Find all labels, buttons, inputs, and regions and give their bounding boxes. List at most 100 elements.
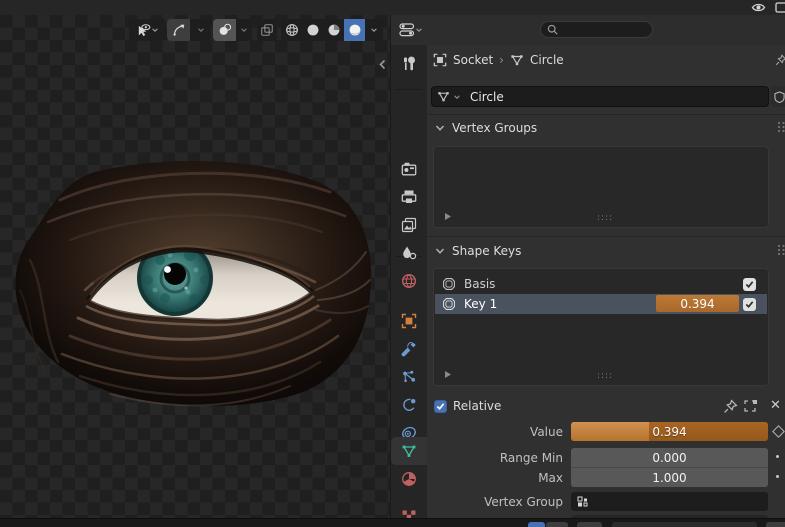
overlays-dropdown[interactable] — [236, 19, 252, 41]
shape-keys-panel-header[interactable]: Shape Keys — [435, 243, 521, 259]
mesh-name-value: Circle — [470, 90, 504, 104]
tab-output[interactable] — [391, 184, 427, 210]
tab-modifiers[interactable] — [391, 336, 427, 362]
partial-button[interactable] — [766, 522, 785, 527]
value-label: Value — [427, 425, 563, 439]
partial-button-blue[interactable] — [528, 522, 545, 527]
pin-icon[interactable] — [775, 53, 785, 67]
panel-drag-dots[interactable] — [777, 244, 785, 256]
particles-icon — [401, 369, 417, 385]
panel-expand-icon — [435, 123, 445, 133]
shading-wireframe-button[interactable] — [281, 19, 302, 41]
overlays-toggle[interactable] — [213, 19, 236, 41]
eye-render-image — [0, 140, 391, 420]
shading-dropdown[interactable] — [365, 19, 383, 41]
edit-mode-icon[interactable] — [743, 399, 758, 414]
list-filter-toggle[interactable] — [444, 370, 452, 379]
vertex-groups-list[interactable]: :::: — [433, 146, 769, 228]
relative-checkbox[interactable] — [434, 400, 447, 413]
value-slider-text: 0.394 — [571, 422, 768, 441]
shape-key-mute-checkbox[interactable] — [743, 298, 756, 311]
object-type-visibility-dropdown[interactable] — [129, 19, 166, 41]
properties-body: Socket › Circle Circle — [427, 45, 785, 518]
shape-key-icon — [442, 277, 456, 291]
blender-window: Socket › Circle Circle — [0, 0, 785, 527]
shape-keys-list[interactable]: Basis Key 1 0.394 :::: — [433, 268, 769, 386]
visibility-eye-icon[interactable] — [751, 2, 766, 13]
vertex-groups-panel-header[interactable]: Vertex Groups — [435, 120, 537, 136]
world-icon — [401, 273, 417, 289]
decorator-dot[interactable] — [776, 475, 779, 478]
tab-object-data[interactable] — [391, 437, 427, 465]
tab-scene[interactable] — [391, 240, 427, 266]
tab-world[interactable] — [391, 268, 427, 294]
shape-key-mute-checkbox[interactable] — [743, 278, 756, 291]
range-max-value: 1.000 — [652, 471, 686, 485]
solid-icon — [306, 23, 320, 37]
tool-icon — [401, 56, 417, 72]
mesh-name-field[interactable]: Circle — [431, 86, 769, 107]
shape-key-value-text: 0.394 — [680, 297, 714, 311]
tab-tool[interactable] — [391, 51, 427, 77]
panel-drag-dots[interactable] — [777, 121, 785, 133]
vertex-group-field[interactable] — [571, 492, 768, 511]
scene-icon — [401, 245, 417, 261]
clipboard-icon[interactable] — [775, 2, 785, 13]
tab-physics[interactable] — [391, 392, 427, 418]
relative-row: Relative — [434, 399, 501, 413]
vertex-groups-title: Vertex Groups — [452, 121, 537, 135]
keyframe-decorator-icon[interactable] — [772, 425, 785, 438]
overlays-toggle-group — [213, 19, 252, 41]
list-resize-grip[interactable]: :::: — [597, 213, 613, 223]
viewport-3d[interactable] — [0, 15, 390, 518]
chevron-down-icon — [240, 26, 248, 34]
range-max-field[interactable]: 1.000 — [571, 468, 768, 487]
tab-material[interactable] — [391, 466, 427, 492]
panel-expand-icon — [435, 246, 445, 256]
shading-rendered-button[interactable] — [344, 19, 365, 41]
rendered-icon — [348, 23, 362, 37]
shape-keys-title: Shape Keys — [452, 244, 521, 258]
breadcrumb: Socket › Circle — [433, 50, 564, 70]
shield-icon — [774, 91, 785, 103]
list-resize-grip[interactable]: :::: — [597, 371, 613, 381]
close-icon[interactable]: ✕ — [770, 398, 781, 413]
material-preview-icon — [327, 23, 341, 37]
properties-search-input[interactable] — [540, 21, 653, 38]
breadcrumb-data[interactable]: Circle — [530, 53, 564, 67]
xray-toggle[interactable] — [257, 19, 277, 41]
gizmos-toggle[interactable] — [167, 19, 190, 41]
shading-material-button[interactable] — [323, 19, 344, 41]
decorator-dot[interactable] — [776, 455, 779, 458]
partial-field[interactable] — [612, 522, 757, 527]
tab-render[interactable] — [391, 156, 427, 182]
relative-label: Relative — [453, 399, 501, 413]
pin-icon[interactable] — [723, 399, 738, 414]
vertex-group-label: Vertex Group — [427, 495, 563, 509]
tab-view-layer[interactable] — [391, 212, 427, 238]
object-icon — [433, 53, 447, 67]
range-min-field[interactable]: 0.000 — [571, 448, 768, 468]
viewport-sidebar-toggle[interactable] — [377, 58, 388, 71]
breadcrumb-object[interactable]: Socket — [453, 53, 493, 67]
chevron-down-icon — [151, 26, 159, 34]
chevron-down-icon — [415, 26, 423, 34]
range-max-label: Max — [427, 471, 563, 485]
shading-solid-button[interactable] — [302, 19, 323, 41]
gizmos-toggle-group — [167, 19, 211, 41]
partial-button[interactable] — [577, 522, 602, 527]
editor-type-dropdown[interactable] — [399, 21, 423, 39]
shape-key-row-key1[interactable]: Key 1 0.394 — [435, 294, 767, 314]
range-min-label: Range Min — [427, 451, 563, 465]
fake-user-button[interactable] — [771, 86, 785, 107]
partial-button[interactable] — [546, 522, 568, 527]
shape-key-row-basis[interactable]: Basis — [435, 274, 767, 294]
list-filter-toggle[interactable] — [444, 212, 452, 221]
shape-key-name: Key 1 — [464, 297, 497, 311]
shape-key-value[interactable]: 0.394 — [656, 295, 739, 312]
tab-object[interactable] — [391, 308, 427, 334]
gizmos-dropdown[interactable] — [190, 19, 211, 41]
shading-mode-group — [281, 19, 383, 41]
tab-particles[interactable] — [391, 364, 427, 390]
value-slider[interactable]: 0.394 — [571, 422, 768, 441]
